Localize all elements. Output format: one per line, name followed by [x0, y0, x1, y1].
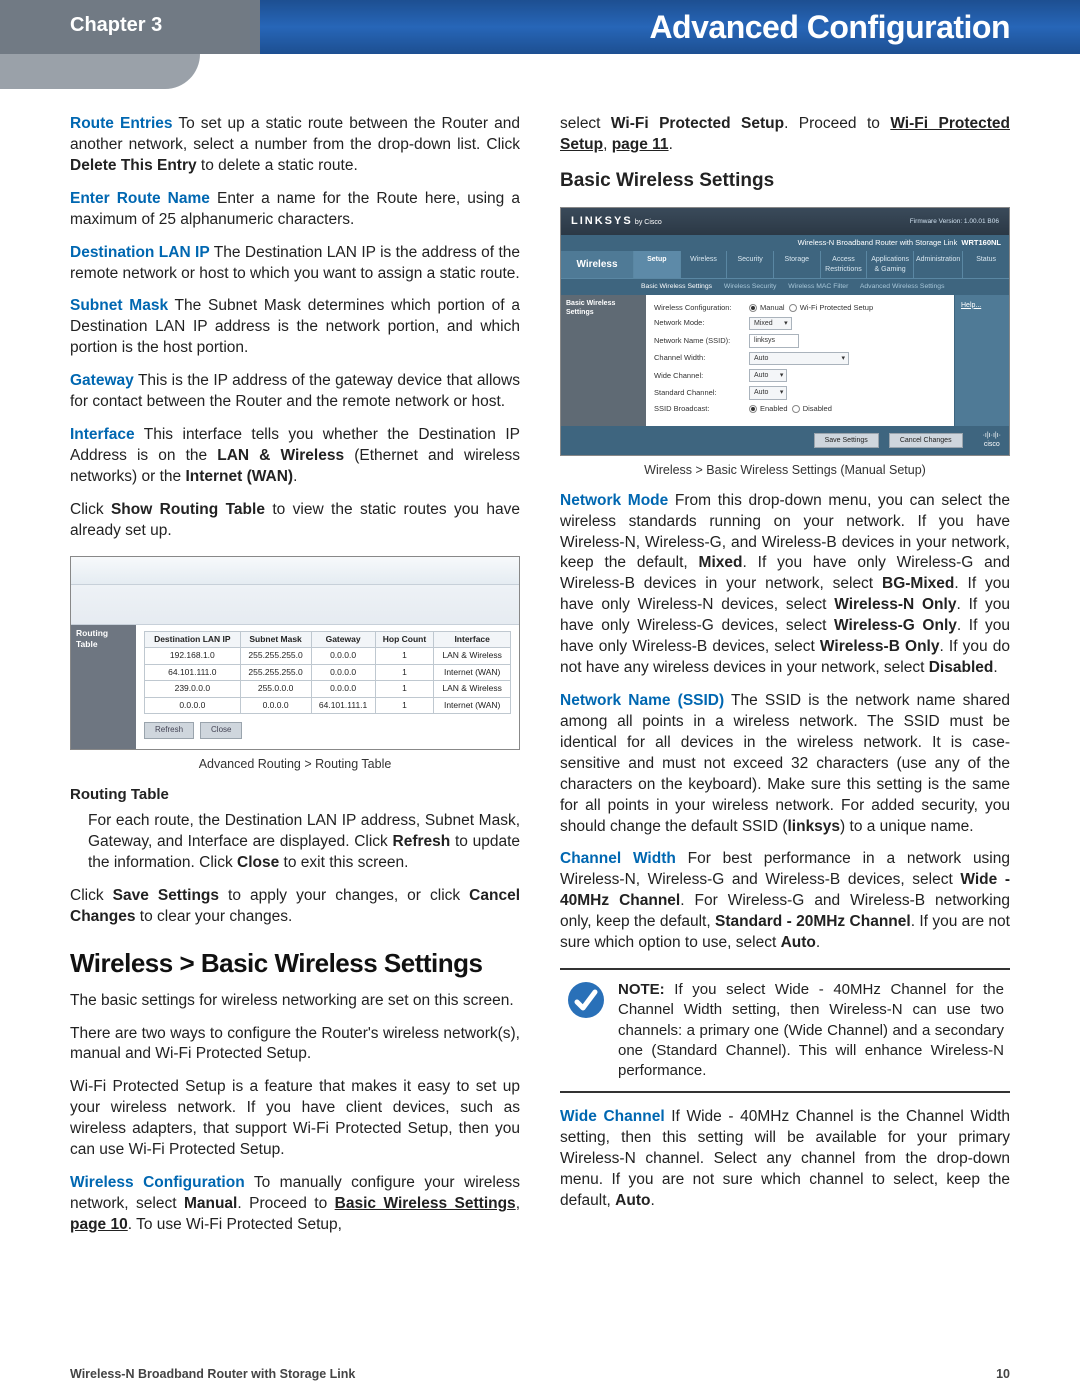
tab-access-restrictions[interactable]: Access Restrictions [820, 251, 867, 278]
table-row: 239.0.0.0255.0.0.00.0.0.01LAN & Wireless [145, 681, 511, 697]
table-row: 192.168.1.0255.255.255.00.0.0.01LAN & Wi… [145, 648, 511, 664]
label-network-mode: Network Mode [560, 492, 668, 509]
cisco-logo: ·ı|ı·ı|ı·cisco [983, 431, 1001, 450]
tab-status[interactable]: Status [962, 251, 1009, 278]
radio-wps[interactable] [789, 304, 797, 312]
figure-caption-routing-table: Advanced Routing > Routing Table [70, 756, 520, 773]
save-settings-button[interactable]: Save Settings [814, 433, 879, 448]
para-wireless-configuration: Wireless Configuration To manually confi… [70, 1173, 520, 1236]
chapter-label: Chapter 3 [0, 0, 260, 54]
routing-table-side-label: Routing Table [71, 625, 136, 749]
wide-channel-select[interactable]: Auto [749, 369, 787, 382]
rt-header: Subnet Mask [240, 631, 311, 647]
subtab-advanced-wireless[interactable]: Advanced Wireless Settings [860, 283, 945, 290]
para-gateway: Gateway This is the IP address of the ga… [70, 371, 520, 413]
close-button[interactable]: Close [200, 722, 242, 739]
figure-routing-table: Routing Table Destination LAN IP Subnet … [70, 556, 520, 750]
standard-channel-select[interactable]: Auto [749, 386, 787, 399]
wireless-section-label: Wireless [561, 251, 633, 278]
link-basic-wireless-settings[interactable]: Basic Wireless Settings [335, 1195, 516, 1212]
tab-applications-gaming[interactable]: Applications & Gaming [866, 251, 913, 278]
rt-header: Destination LAN IP [145, 631, 241, 647]
para-show-routing-table: Click Show Routing Table to view the sta… [70, 500, 520, 542]
label-gateway: Gateway [70, 372, 134, 389]
label-wireless-configuration: Wireless Configuration [70, 1174, 245, 1191]
cancel-changes-button[interactable]: Cancel Changes [889, 433, 963, 448]
para-destination-lan-ip: Destination LAN IP The Destination LAN I… [70, 243, 520, 285]
rt-header: Gateway [311, 631, 375, 647]
tab-wireless[interactable]: Wireless [680, 251, 727, 278]
figure-caption-basic-wireless: Wireless > Basic Wireless Settings (Manu… [560, 462, 1010, 479]
left-column: Route Entries To set up a static route b… [70, 114, 520, 1248]
refresh-button[interactable]: Refresh [144, 722, 194, 739]
label-destination-lan-ip: Destination LAN IP [70, 244, 210, 261]
firmware-version: Firmware Version: 1.00.01 B06 [910, 218, 999, 227]
link-page-10[interactable]: page 10 [70, 1216, 128, 1233]
subtab-wireless-security[interactable]: Wireless Security [724, 283, 777, 290]
note-box: NOTE: If you select Wide - 40MHz Channel… [560, 968, 1010, 1093]
para-two-ways: There are two ways to configure the Rout… [70, 1024, 520, 1066]
para-select-wps: select Wi-Fi Protected Setup. Proceed to… [560, 114, 1010, 156]
header-tab-stub [0, 54, 200, 89]
para-enter-route-name: Enter Route Name Enter a name for the Ro… [70, 189, 520, 231]
radio-ssid-enabled[interactable] [749, 405, 757, 413]
label-subnet-mask: Subnet Mask [70, 297, 168, 314]
para-wide-channel: Wide Channel If Wide - 40MHz Channel is … [560, 1107, 1010, 1212]
figure-basic-wireless-settings: LINKSYS by Cisco Firmware Version: 1.00.… [560, 207, 1010, 455]
label-network-name-ssid: Network Name (SSID) [560, 692, 724, 709]
para-network-mode: Network Mode From this drop-down menu, y… [560, 491, 1010, 679]
para-channel-width: Channel Width For best performance in a … [560, 849, 1010, 954]
para-wps-desc: Wi-Fi Protected Setup is a feature that … [70, 1077, 520, 1161]
para-interface: Interface This interface tells you wheth… [70, 425, 520, 488]
page-footer: Wireless-N Broadband Router with Storage… [70, 1367, 1010, 1381]
footer-page-number: 10 [996, 1367, 1010, 1381]
label-interface: Interface [70, 426, 135, 443]
linksys-logo: LINKSYS [571, 215, 633, 227]
subtab-mac-filter[interactable]: Wireless MAC Filter [788, 283, 848, 290]
para-route-entries: Route Entries To set up a static route b… [70, 114, 520, 177]
label-channel-width: Channel Width [560, 850, 676, 867]
label-route-entries: Route Entries [70, 115, 173, 132]
heading-basic-wireless-settings: Basic Wireless Settings [560, 168, 1010, 194]
form-side-label: Basic Wireless Settings [561, 295, 646, 426]
tab-administration[interactable]: Administration [913, 251, 962, 278]
para-subnet-mask: Subnet Mask The Subnet Mask determines w… [70, 296, 520, 359]
network-mode-select[interactable]: Mixed [749, 317, 792, 330]
checkmark-icon [566, 980, 606, 1020]
para-routing-table-desc: For each route, the Destination LAN IP a… [70, 811, 520, 874]
para-network-name-ssid: Network Name (SSID) The SSID is the netw… [560, 691, 1010, 837]
right-column: select Wi-Fi Protected Setup. Proceed to… [560, 114, 1010, 1248]
rt-header: Interface [434, 631, 511, 647]
para-basic-settings-intro: The basic settings for wireless networki… [70, 991, 520, 1012]
radio-ssid-disabled[interactable] [792, 405, 800, 413]
label-enter-route-name: Enter Route Name [70, 190, 210, 207]
page-title: Advanced Configuration [649, 9, 1010, 46]
heading-wireless-basic-settings: Wireless > Basic Wireless Settings [70, 946, 520, 981]
table-row: 64.101.111.0255.255.255.00.0.0.01Interne… [145, 664, 511, 680]
footer-product: Wireless-N Broadband Router with Storage… [70, 1367, 355, 1381]
tab-security[interactable]: Security [726, 251, 773, 278]
channel-width-select[interactable]: Auto [749, 352, 849, 365]
note-text: NOTE: If you select Wide - 40MHz Channel… [618, 980, 1004, 1081]
radio-manual[interactable] [749, 304, 757, 312]
help-link[interactable]: Help... [955, 295, 1009, 316]
table-row: 0.0.0.00.0.0.064.101.111.11Internet (WAN… [145, 697, 511, 713]
label-wide-channel: Wide Channel [560, 1108, 665, 1125]
ssid-input[interactable]: linksys [749, 334, 799, 347]
header-title-bar: Advanced Configuration [260, 0, 1080, 54]
para-save-cancel: Click Save Settings to apply your change… [70, 886, 520, 928]
link-page-11[interactable]: page 11 [612, 136, 669, 153]
page-header: Chapter 3 Advanced Configuration [0, 0, 1080, 54]
rt-header: Hop Count [375, 631, 434, 647]
heading-routing-table: Routing Table [70, 785, 520, 805]
tab-storage[interactable]: Storage [773, 251, 820, 278]
subtab-basic-wireless[interactable]: Basic Wireless Settings [641, 283, 712, 290]
tab-setup[interactable]: Setup [633, 251, 680, 278]
routing-table: Destination LAN IP Subnet Mask Gateway H… [144, 631, 511, 714]
